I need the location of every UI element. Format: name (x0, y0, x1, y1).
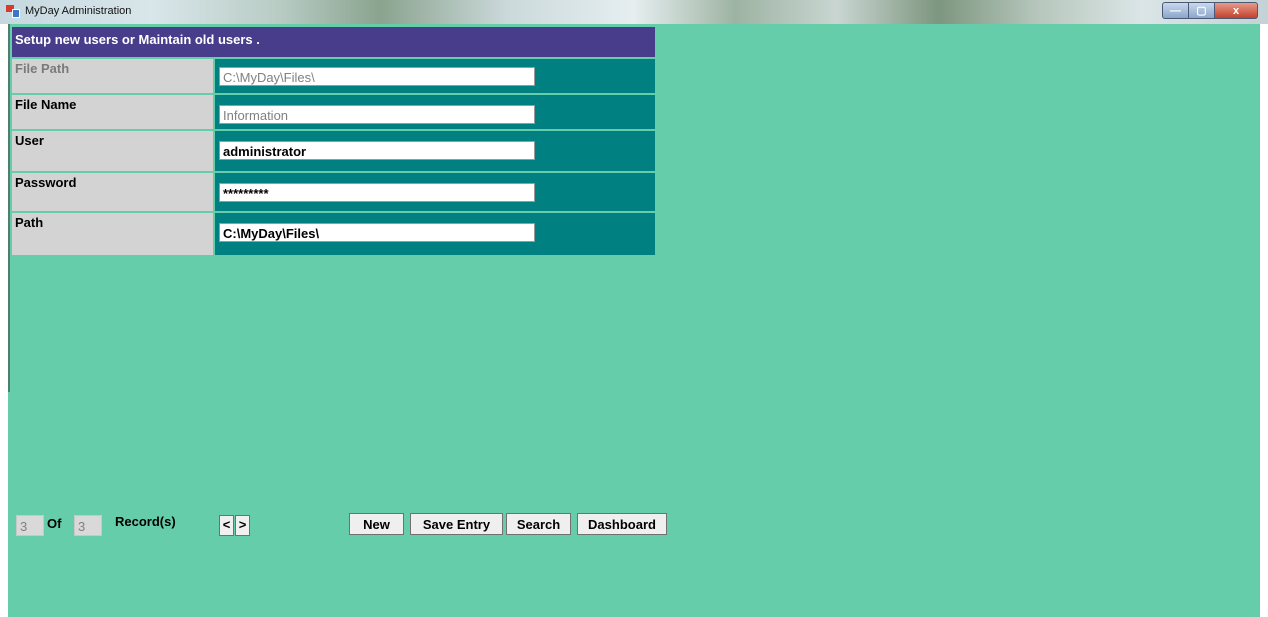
app-icon (6, 5, 20, 18)
password-input[interactable]: ********* (219, 183, 535, 202)
file-name-row: Information (215, 95, 655, 129)
user-row: administrator (215, 131, 655, 171)
file-name-label: File Name (12, 95, 213, 129)
next-record-button[interactable]: > (235, 515, 250, 536)
of-label: Of (47, 516, 62, 531)
minimize-button[interactable]: — (1162, 2, 1188, 19)
new-button[interactable]: New (349, 513, 404, 535)
password-row: ********* (215, 173, 655, 211)
file-path-label: File Path (12, 59, 213, 93)
file-path-input[interactable]: C:\MyDay\Files\ (219, 67, 535, 86)
file-path-row: C:\MyDay\Files\ (215, 59, 655, 93)
search-button[interactable]: Search (506, 513, 571, 535)
title-bar[interactable]: MyDay Administration — ▢ x (0, 0, 1268, 24)
window-title: MyDay Administration (25, 5, 132, 17)
total-records-field: 3 (74, 515, 102, 536)
path-label: Path (12, 213, 213, 255)
current-record-field[interactable]: 3 (16, 515, 44, 536)
previous-record-button[interactable]: < (219, 515, 234, 536)
user-input[interactable]: administrator (219, 141, 535, 160)
path-row: C:\MyDay\Files\ (215, 213, 655, 255)
user-label: User (12, 131, 213, 171)
maximize-button[interactable]: ▢ (1188, 2, 1214, 19)
dashboard-button[interactable]: Dashboard (577, 513, 667, 535)
close-button[interactable]: x (1214, 2, 1258, 19)
save-entry-button[interactable]: Save Entry (410, 513, 503, 535)
window-controls: — ▢ x (1162, 2, 1258, 19)
path-input[interactable]: C:\MyDay\Files\ (219, 223, 535, 242)
records-label: Record(s) (115, 514, 176, 529)
form-header: Setup new users or Maintain old users . (12, 27, 655, 57)
file-name-input[interactable]: Information (219, 105, 535, 124)
panel-edge (8, 24, 10, 392)
record-arrows: < > (219, 515, 250, 536)
main-panel: Setup new users or Maintain old users . … (8, 24, 1260, 617)
password-label: Password (12, 173, 213, 211)
